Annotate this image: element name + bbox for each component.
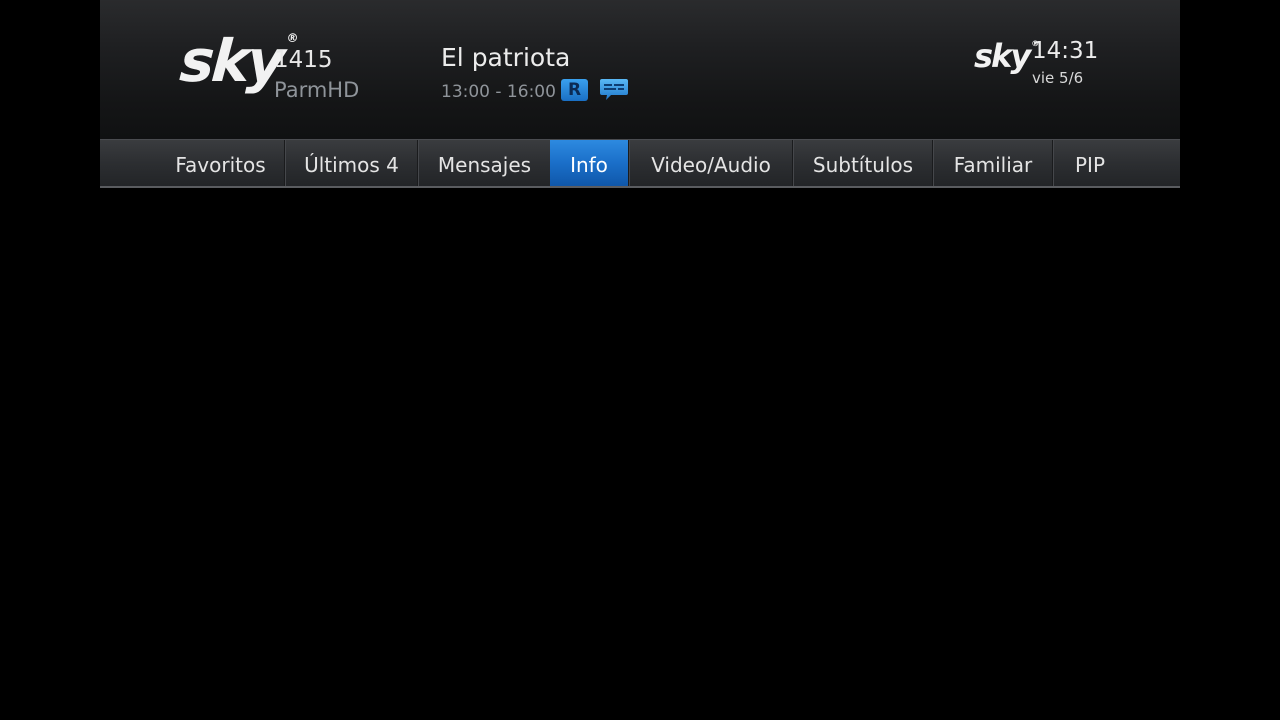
tab-pip[interactable]: PIP — [1052, 140, 1127, 187]
tv-screen: sky ® 1415 ParmHD El patriota 13:00 - 16:… — [0, 0, 1280, 720]
clock-time: 14:31 — [1032, 38, 1099, 64]
program-title: El patriota — [441, 43, 571, 72]
banner-header: sky ® 1415 ParmHD El patriota 13:00 - 16:… — [100, 0, 1180, 139]
options-tab-bar: Favoritos Últimos 4 Mensajes Info Video/… — [100, 139, 1180, 187]
program-time: 13:00 - 16:00 — [441, 82, 556, 102]
tab-favoritos[interactable]: Favoritos — [157, 140, 284, 187]
clock-date: vie 5/6 — [1032, 69, 1084, 87]
tab-bar-divider — [100, 186, 1180, 188]
subtitles-icon — [599, 77, 629, 103]
tab-mensajes[interactable]: Mensajes — [417, 140, 551, 187]
channel-name: ParmHD — [274, 78, 360, 102]
channel-number: 1415 — [274, 47, 333, 73]
channel-banner: sky ® 1415 ParmHD El patriota 13:00 - 16:… — [100, 0, 1180, 190]
tab-ultimos-4[interactable]: Últimos 4 — [284, 140, 418, 187]
tab-familiar[interactable]: Familiar — [932, 140, 1053, 187]
tab-subtitulos[interactable]: Subtítulos — [792, 140, 933, 187]
sky-small-logo: sky ® — [974, 37, 1040, 75]
tab-video-audio[interactable]: Video/Audio — [628, 140, 793, 187]
tab-info[interactable]: Info — [550, 140, 628, 187]
rating-badge: R — [561, 79, 588, 101]
